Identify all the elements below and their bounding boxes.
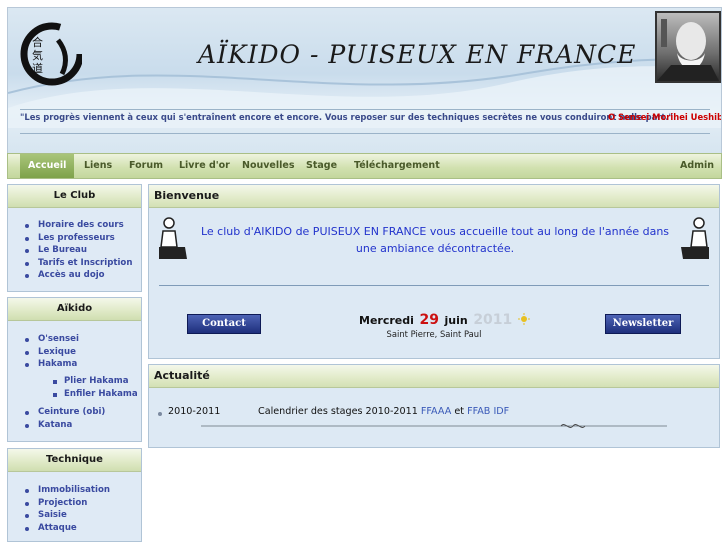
aikido-calligraphy-logo-icon: 合 気 道 (20, 22, 82, 86)
square-bullet-icon (53, 393, 57, 397)
bullet-icon (25, 262, 29, 266)
nav-stage[interactable]: Stage (306, 154, 337, 178)
sidebar-item-tarifs[interactable]: Tarifs et Inscription (38, 258, 132, 268)
news-and: et (454, 406, 465, 417)
sidebar-item-professeurs[interactable]: Les professeurs (38, 233, 115, 243)
news-year: 2010-2011 (168, 406, 221, 417)
welcome-divider (159, 285, 709, 286)
sidebar-technique: Technique Immobilisation Projection Sais… (7, 448, 142, 542)
bienvenue-panel: Bienvenue Le club d'AIKIDO de PUISEUX EN… (148, 184, 720, 359)
sidebar-item-immobilisation[interactable]: Immobilisation (38, 485, 110, 495)
nav-accueil[interactable]: Accueil (20, 154, 75, 178)
actualite-panel: Actualité 2010-2011 Calendrier des stage… (148, 364, 720, 448)
quote-divider-bottom (20, 133, 710, 134)
aikidoka-seated-left-icon (159, 217, 187, 259)
o-sensei-portrait-icon (655, 11, 721, 83)
bienvenue-title: Bienvenue (149, 185, 719, 208)
bullet-icon (25, 514, 29, 518)
nav-liens[interactable]: Liens (84, 154, 112, 178)
sidebar-item-hakama[interactable]: Hakama (38, 359, 77, 369)
bullet-icon (25, 363, 29, 367)
quote-text: "Les progrès viennent à ceux qui s'entra… (20, 112, 673, 122)
news-link-ffab-idf[interactable]: FFAB IDF (467, 406, 509, 417)
current-date: Mercredi 29 juin 2011 (359, 309, 530, 328)
actualite-title: Actualité (149, 365, 719, 388)
bullet-icon (158, 412, 162, 416)
bullet-icon (25, 411, 29, 415)
sidebar-item-ceinture[interactable]: Ceinture (obi) (38, 407, 105, 417)
contact-button[interactable]: Contact (187, 314, 261, 334)
date-number: 29 (419, 312, 439, 328)
bullet-icon (25, 274, 29, 278)
sidebar-le-club: Le Club Horaire des cours Les professeur… (7, 184, 142, 292)
news-item: Calendrier des stages 2010-2011 FFAAA et… (258, 406, 509, 417)
date-year: 2011 (473, 312, 513, 328)
sidebar-aikido-title: Aïkido (8, 298, 141, 321)
saints-of-day: Saint Pierre, Saint Paul (386, 329, 482, 339)
svg-text:気: 気 (32, 48, 43, 62)
nav-telechargement[interactable]: Téléchargement (354, 154, 440, 178)
nav-admin[interactable]: Admin (680, 154, 714, 178)
sidebar-item-horaire[interactable]: Horaire des cours (38, 220, 124, 230)
sidebar-item-projection[interactable]: Projection (38, 498, 87, 508)
bullet-icon (25, 424, 29, 428)
news-text: Calendrier des stages 2010-2011 (258, 406, 418, 417)
sidebar-item-acces-dojo[interactable]: Accès au dojo (38, 270, 105, 280)
bullet-icon (25, 338, 29, 342)
svg-text:合: 合 (32, 35, 43, 49)
sidebar-item-attaque[interactable]: Attaque (38, 523, 77, 533)
site-title: AÏKIDO - PUISEUX EN FRANCE (198, 40, 637, 69)
nav-livre-dor[interactable]: Livre d'or (179, 154, 230, 178)
bullet-icon (25, 489, 29, 493)
sun-icon (517, 313, 530, 325)
sidebar-item-bureau[interactable]: Le Bureau (38, 245, 87, 255)
quote-author: O Sensei Morihei Ueshiba (608, 112, 722, 122)
news-link-ffaaa[interactable]: FFAAA (421, 406, 451, 417)
sidebar-item-lexique[interactable]: Lexique (38, 347, 76, 357)
svg-text:道: 道 (32, 61, 43, 75)
sidebar-item-plier-hakama[interactable]: Plier Hakama (64, 376, 129, 386)
bullet-icon (25, 237, 29, 241)
bullet-icon (25, 224, 29, 228)
sidebar-item-saisie[interactable]: Saisie (38, 510, 67, 520)
date-day: Mercredi (359, 314, 414, 327)
square-bullet-icon (53, 380, 57, 384)
bullet-icon (25, 527, 29, 531)
aikidoka-seated-right-icon (681, 217, 709, 259)
sidebar-technique-title: Technique (8, 449, 141, 472)
site-header: 合 気 道 AÏKIDO - PUISEUX EN FRANCE "Les pr… (7, 7, 722, 155)
nav-forum[interactable]: Forum (129, 154, 163, 178)
quote-divider-top (20, 109, 710, 110)
welcome-text: Le club d'AIKIDO de PUISEUX EN FRANCE vo… (200, 225, 670, 255)
bullet-icon (25, 502, 29, 506)
main-nav: Accueil Liens Forum Livre d'or Nouvelles… (7, 153, 722, 179)
nav-nouvelles[interactable]: Nouvelles (242, 154, 295, 178)
bullet-icon (25, 249, 29, 253)
sidebar-le-club-title: Le Club (8, 185, 141, 208)
date-month: juin (444, 314, 468, 327)
newsletter-button[interactable]: Newsletter (605, 314, 681, 334)
sidebar-item-osensei[interactable]: O'sensei (38, 334, 79, 344)
sidebar-item-katana[interactable]: Katana (38, 420, 72, 430)
ornament-divider-icon (201, 424, 667, 428)
bullet-icon (25, 351, 29, 355)
sidebar-aikido: Aïkido O'sensei Lexique Hakama Plier Hak… (7, 297, 142, 442)
sidebar-item-enfiler-hakama[interactable]: Enfiler Hakama (64, 389, 138, 399)
